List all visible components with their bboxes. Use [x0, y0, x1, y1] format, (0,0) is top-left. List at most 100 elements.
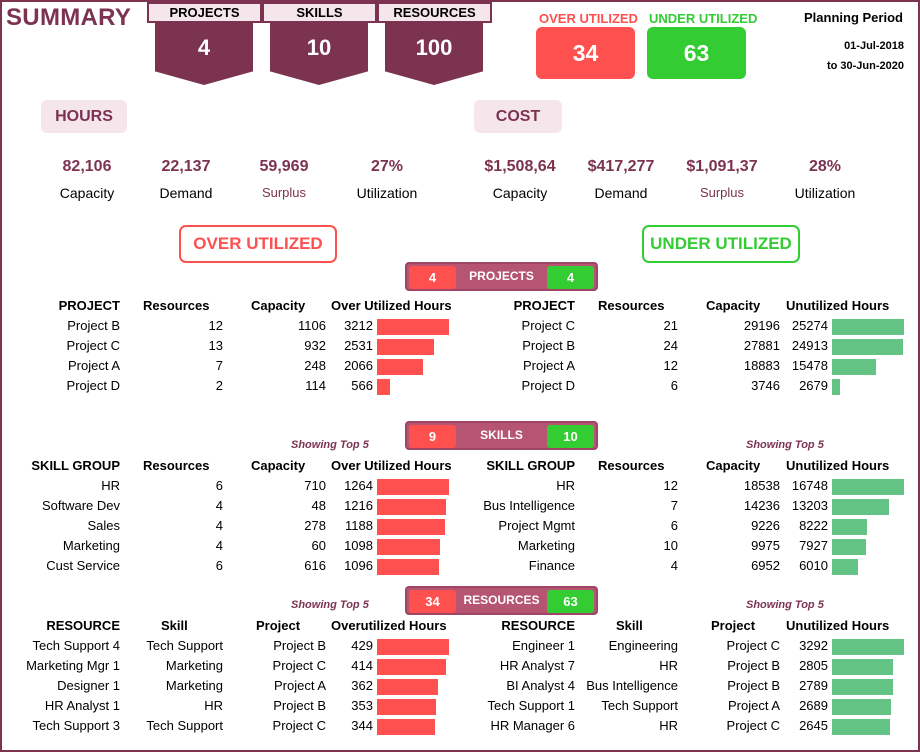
skill-over-row-bar [377, 539, 440, 555]
project-under-row-hours: 15478 [791, 358, 828, 373]
hours-surplus-label: Surplus [261, 185, 307, 200]
project-under-row-hours: 24913 [791, 338, 828, 353]
skill-over-row-resources: 6 [215, 558, 223, 573]
skill-over-row-resources: 4 [215, 518, 223, 533]
resource-under-row-hours: 3292 [799, 638, 828, 653]
resource-under-row-skill: Engineering [608, 638, 678, 653]
project-over-row-capacity: 932 [304, 338, 326, 353]
skill-under-row-resources: 4 [670, 558, 678, 573]
cost-surplus-label: Surplus [699, 185, 745, 200]
hours-utilization: 27% Utilization [332, 158, 442, 201]
cost-capacity: $1,508,64 Capacity [465, 158, 575, 201]
cost-surplus: $1,091,37 Surplus [667, 158, 777, 200]
resource-over-row-name: Designer 1 [57, 678, 120, 693]
resource-over-row-hours: 344 [351, 718, 373, 733]
project-over-row-name: Project C [66, 338, 120, 353]
hours-surplus: 59,969 Surplus [229, 158, 339, 200]
over-utilized-panel-title: OVER UTILIZED [179, 225, 337, 263]
skill-under-header-name: SKILL GROUP [486, 458, 575, 473]
projects-badge: 4 PROJECTS 4 [405, 262, 598, 291]
skill-over-row-name: Cust Service [46, 558, 120, 573]
project-over-row-bar [377, 339, 434, 355]
skill-over-row-bar [377, 499, 446, 515]
project-over-header-hours: Over Utilized Hours [331, 298, 452, 313]
hours-demand-label: Demand [159, 185, 213, 201]
resource-over-row-bar [377, 719, 435, 735]
resource-over-row-project: Project B [273, 638, 326, 653]
resource-under-row-name: Tech Support 1 [487, 698, 575, 713]
dashboard-frame [0, 0, 920, 752]
project-over-row-name: Project A [67, 358, 120, 373]
project-under-row-resources: 12 [663, 358, 678, 373]
project-over-header-col2: Resources [143, 298, 210, 313]
project-over-row-resources: 13 [208, 338, 223, 353]
project-over-header-name: PROJECT [58, 298, 120, 313]
planning-period-title: Planning Period [804, 10, 903, 25]
planning-period-from: 01-Jul-2018 [844, 40, 904, 52]
resource-over-row-bar [377, 639, 449, 655]
resource-under-row-name: Engineer 1 [512, 638, 575, 653]
project-under-row-name: Project B [522, 338, 575, 353]
skill-under-row-hours: 8222 [799, 518, 828, 533]
hours-demand-value: 22,137 [161, 158, 211, 175]
projects-over-count: 4 [409, 266, 456, 289]
cost-section-label: COST [474, 100, 562, 133]
skill-over-row-bar [377, 479, 449, 495]
resource-under-row-hours: 2689 [799, 698, 828, 713]
skill-over-header-name: SKILL GROUP [31, 458, 120, 473]
kpi-skills-label: SKILLS [262, 2, 377, 23]
skill-under-row-capacity: 9226 [751, 518, 780, 533]
skill-over-row-hours: 1216 [344, 498, 373, 513]
skills-under-count: 10 [547, 425, 594, 448]
resource-over-row-project: Project B [273, 698, 326, 713]
resources-over-top5-note: Showing Top 5 [291, 599, 369, 611]
skills-under-top5-note: Showing Top 5 [746, 439, 824, 451]
skill-under-header-col3: Capacity [706, 458, 761, 473]
planning-period-to: to 30-Jun-2020 [826, 60, 904, 72]
resource-under-header-col2: Skill [616, 618, 643, 633]
resource-under-header-name: RESOURCE [501, 618, 575, 633]
resource-under-row-project: Project C [726, 718, 780, 733]
project-over-row-resources: 2 [215, 378, 223, 393]
cost-demand-value: $417,277 [587, 158, 655, 175]
project-over-row-capacity: 248 [304, 358, 326, 373]
project-over-row-name: Project D [66, 378, 120, 393]
project-under-row-capacity: 18883 [743, 358, 780, 373]
project-under-header-name: PROJECT [513, 298, 575, 313]
resources-badge: 34 RESOURCES 63 [405, 586, 598, 615]
cost-demand: $417,277 Demand [566, 158, 676, 201]
skill-under-row-resources: 7 [670, 498, 678, 513]
hours-capacity-value: 82,106 [62, 158, 112, 175]
project-over-row-resources: 12 [208, 318, 223, 333]
skill-under-row-name: Marketing [517, 538, 575, 553]
cost-demand-label: Demand [594, 185, 648, 201]
resource-over-row-skill: Marketing [165, 658, 223, 673]
skill-under-row-resources: 10 [663, 538, 678, 553]
skill-under-row-bar [832, 479, 904, 495]
project-over-row-bar [377, 359, 423, 375]
skill-over-row-name: Software Dev [41, 498, 120, 513]
skill-under-row-bar [832, 539, 866, 555]
resource-over-row-skill: HR [204, 698, 223, 713]
resource-under-row-bar [832, 719, 890, 735]
skill-under-row-capacity: 14236 [743, 498, 780, 513]
resource-under-row-project: Project B [727, 678, 780, 693]
skill-over-row-capacity: 60 [311, 538, 326, 553]
project-under-header-col2: Resources [598, 298, 665, 313]
kpi-resources-label: RESOURCES [377, 2, 492, 23]
skill-under-row-resources: 6 [670, 518, 678, 533]
skill-under-row-bar [832, 499, 889, 515]
resource-over-row-hours: 362 [351, 678, 373, 693]
resource-under-header-col3: Project [711, 618, 756, 633]
resource-under-row-name: HR Analyst 7 [499, 658, 575, 673]
resource-over-row-project: Project A [273, 678, 326, 693]
resource-over-header-col2: Skill [161, 618, 188, 633]
skills-badge: 9 SKILLS 10 [405, 421, 598, 450]
resource-over-header-name: RESOURCE [46, 618, 120, 633]
skill-under-header-col2: Resources [598, 458, 665, 473]
project-under-row-name: Project C [521, 318, 575, 333]
over-utilized-count: 34 [536, 27, 635, 79]
hours-demand: 22,137 Demand [131, 158, 241, 201]
hours-surplus-value: 59,969 [259, 158, 309, 175]
skill-over-header-col2: Resources [143, 458, 210, 473]
